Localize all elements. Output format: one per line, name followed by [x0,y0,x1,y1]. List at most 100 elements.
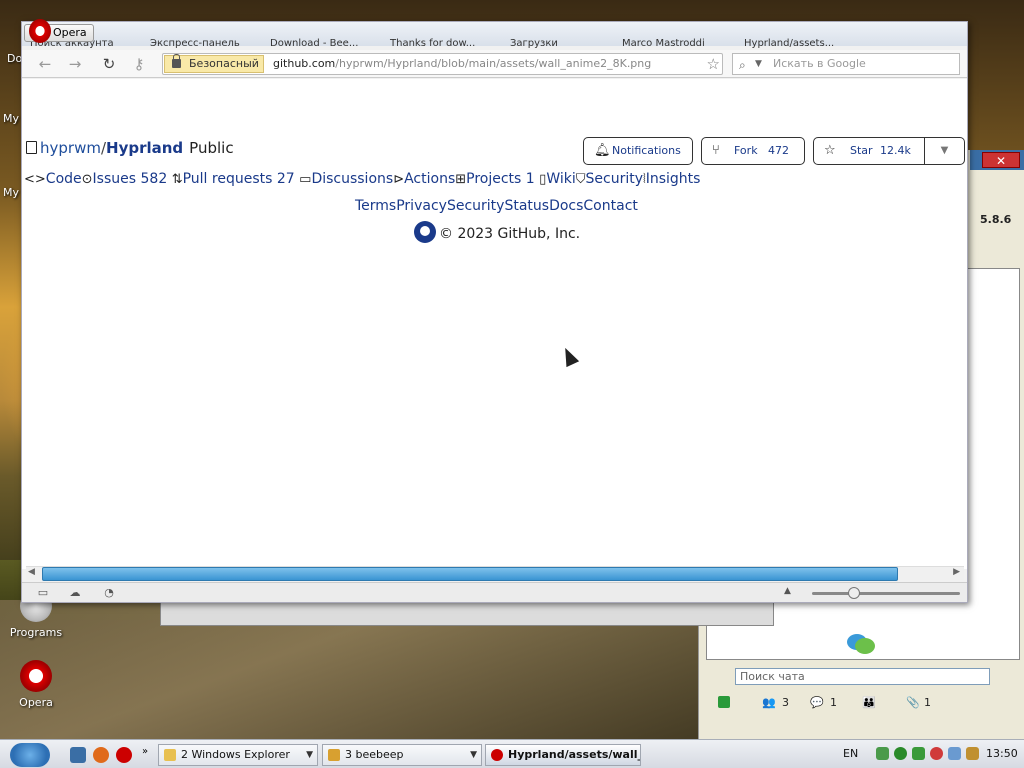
tab[interactable]: Thanks for dow... [390,38,475,48]
clock[interactable]: 13:50 [986,747,1018,760]
zoom-slider-knob[interactable] [848,587,860,599]
notifications-button[interactable]: 🔔︎ Notifications [583,137,693,165]
background-window[interactable] [160,600,774,626]
desktop-label[interactable]: My [3,186,19,199]
tray-icon[interactable] [876,747,889,760]
repo-visibility: Public [189,139,234,157]
zoom-slider[interactable] [812,592,960,595]
users-icon[interactable]: 👥 [762,696,776,709]
chat-close-button[interactable]: ✕ [982,152,1020,168]
discussions-icon: ▭ [299,172,312,187]
github-logo-icon[interactable] [414,221,436,243]
tab-projects[interactable]: ⊞Projects 1 [455,171,534,187]
language-indicator[interactable]: EN [843,747,858,760]
pull-request-icon: ⇅ [171,172,183,187]
star-icon: ☆ [824,143,836,158]
groups-icon[interactable]: 👪 [862,696,876,709]
footer-link-terms[interactable]: Terms [355,198,396,214]
fork-icon: ⑂ [712,143,720,158]
tray-icon[interactable] [948,747,961,760]
task-opera[interactable]: Hyprland/assets/wall_a... [485,744,641,766]
back-button[interactable]: ← [34,55,56,73]
tab-active[interactable]: Hyprland/assets... [744,38,834,48]
desktop-label[interactable]: Do [7,52,22,65]
chat-version: 5.8.6 [980,213,1012,226]
tab-insights[interactable]: ⦚Insights [643,171,700,187]
turbo-icon[interactable]: ◔ [102,586,116,599]
tray-icon[interactable] [930,747,943,760]
key-icon[interactable]: ⚷ [128,55,150,73]
chat-search-input[interactable]: Поиск чата [735,668,990,685]
tab-security[interactable]: ⛉Security [576,171,643,187]
tab-strip: Поиск аккаунта Экспресс-панель Download … [22,38,967,48]
scroll-right-icon[interactable]: ▶ [953,567,960,577]
browser-status-bar: ▭ ☁ ◔ ▲ [22,582,967,602]
copyright-text: © 2023 GitHub, Inc. [439,226,581,242]
tab-discussions[interactable]: ▭Discussions [299,171,393,187]
firefox-icon[interactable] [93,747,109,763]
scrollbar-thumb[interactable] [42,567,898,581]
show-desktop-icon[interactable] [70,747,86,763]
footer-link-status[interactable]: Status [504,198,549,214]
quicklaunch-more-icon[interactable]: » [142,746,148,757]
bookmark-star-icon[interactable]: ☆ [707,55,720,73]
cloud-icon[interactable]: ☁ [68,586,82,599]
tab-code[interactable]: <>Code [24,171,82,187]
scroll-left-icon[interactable]: ◀ [28,567,35,577]
users-count: 3 [782,696,789,709]
tab-wiki[interactable]: ▯Wiki [539,171,576,187]
folder-icon [164,749,176,761]
taskbar: » 2 Windows Explorer ▼ 3 beebeep ▼ Hyprl… [0,739,1024,768]
footer-link-security[interactable]: Security [447,198,505,214]
repo-name-link[interactable]: Hyprland [106,139,183,157]
reload-button[interactable]: ↻ [98,55,120,73]
tray-icon[interactable] [912,747,925,760]
mouse-cursor-icon [558,344,580,368]
chats-icon[interactable]: 💬 [810,696,824,709]
tab[interactable]: Загрузки [510,38,558,48]
tray-icon[interactable] [894,747,907,760]
footer-link-contact[interactable]: Contact [583,198,637,214]
security-badge[interactable]: Безопасный [164,54,264,73]
forward-button[interactable]: → [64,55,86,73]
panel-toggle-icon[interactable]: ▭ [36,586,50,599]
tab[interactable]: Download - Bee... [270,38,358,48]
search-engine-dropdown-icon[interactable]: ▼ [755,54,762,74]
chat-connection-icon[interactable] [718,696,730,708]
opera-menu-button[interactable]: Opera [24,19,94,43]
tab-actions[interactable]: ⊳Actions [393,171,455,187]
search-input[interactable]: ⌕ ▼ Искать в Google [732,53,960,75]
opera-quicklaunch-icon[interactable] [116,747,132,763]
url-text[interactable]: github.com/hyprwm/Hyprland/blob/main/ass… [273,57,651,70]
tab-label: Actions [404,171,456,187]
zoom-menu-icon[interactable]: ▲ [784,586,791,596]
footer-link-privacy[interactable]: Privacy [396,198,447,214]
star-dropdown-button[interactable]: ▼ [925,137,965,165]
tab[interactable]: Marco Mastroddi [622,38,705,48]
fork-button[interactable]: ⑂ Fork 472 [701,137,805,165]
opera-icon [491,749,503,761]
tab-issues[interactable]: ⊙Issues 582 [82,171,168,187]
star-button[interactable]: ☆ Star 12.4k [813,137,925,165]
footer-links: TermsPrivacySecurityStatusDocsContact [355,198,638,214]
address-bar[interactable]: Безопасный github.com/hyprwm/Hyprland/bl… [162,53,723,75]
horizontal-scrollbar[interactable]: ◀ ▶ [26,566,964,581]
footer-link-docs[interactable]: Docs [549,198,583,214]
files-icon[interactable]: 📎 [906,696,920,709]
issue-icon: ⊙ [81,172,93,187]
desktop-icon-opera[interactable]: Opera [8,660,64,709]
tab-label: Pull requests [182,171,273,187]
tab-pull-requests[interactable]: ⇅Pull requests 27 [172,171,295,187]
notifications-label: Notifications [612,144,681,157]
tray-icon[interactable] [966,747,979,760]
task-beebeep[interactable]: 3 beebeep ▼ [322,744,482,766]
tab[interactable]: Экспресс-панель [150,38,240,48]
task-windows-explorer[interactable]: 2 Windows Explorer ▼ [158,744,318,766]
url-host: github.com [273,57,336,70]
desktop-label[interactable]: My [3,112,19,125]
play-icon: ⊳ [393,172,405,187]
repo-owner-link[interactable]: hyprwm [40,139,101,157]
start-button[interactable] [10,743,50,767]
chevron-down-icon: ▼ [470,750,477,760]
browser-titlebar[interactable]: Поиск аккаунта Экспресс-панель Download … [22,19,967,48]
